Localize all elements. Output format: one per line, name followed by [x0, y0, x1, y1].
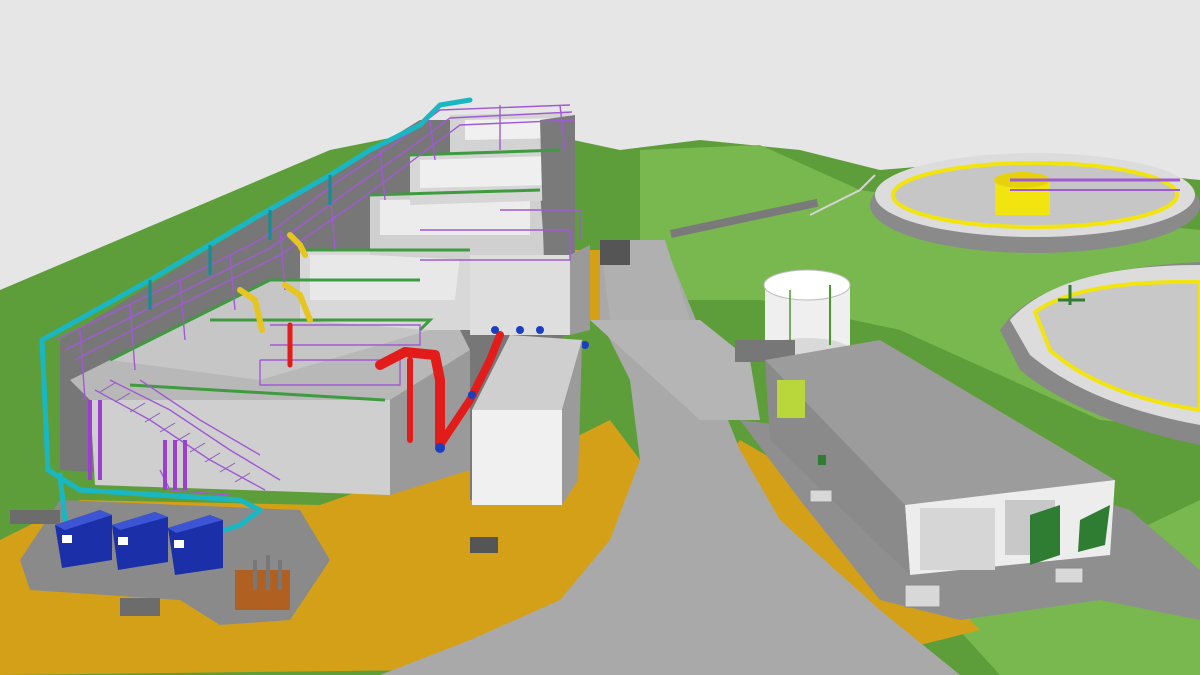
top-tank-floor: [420, 156, 550, 188]
side-entry-opening: [777, 380, 805, 418]
utility-cabinet: [600, 240, 630, 265]
basin-front-wall: [90, 400, 390, 495]
open-door-green: [1030, 505, 1060, 565]
control-room-block: [470, 255, 570, 335]
manhole-cover: [10, 510, 60, 524]
mid-tank-floor: [310, 255, 460, 300]
grate: [904, 584, 941, 608]
grate: [809, 489, 833, 503]
control-room-side: [570, 245, 590, 335]
roller-door-1: [920, 508, 995, 570]
manhole-cover: [120, 598, 160, 616]
wall-vent: [818, 455, 826, 465]
equipment-room-front: [472, 410, 562, 505]
grate: [1054, 567, 1084, 584]
plant-3d-model-view: [0, 0, 1200, 675]
equipment-pad: [470, 537, 498, 553]
